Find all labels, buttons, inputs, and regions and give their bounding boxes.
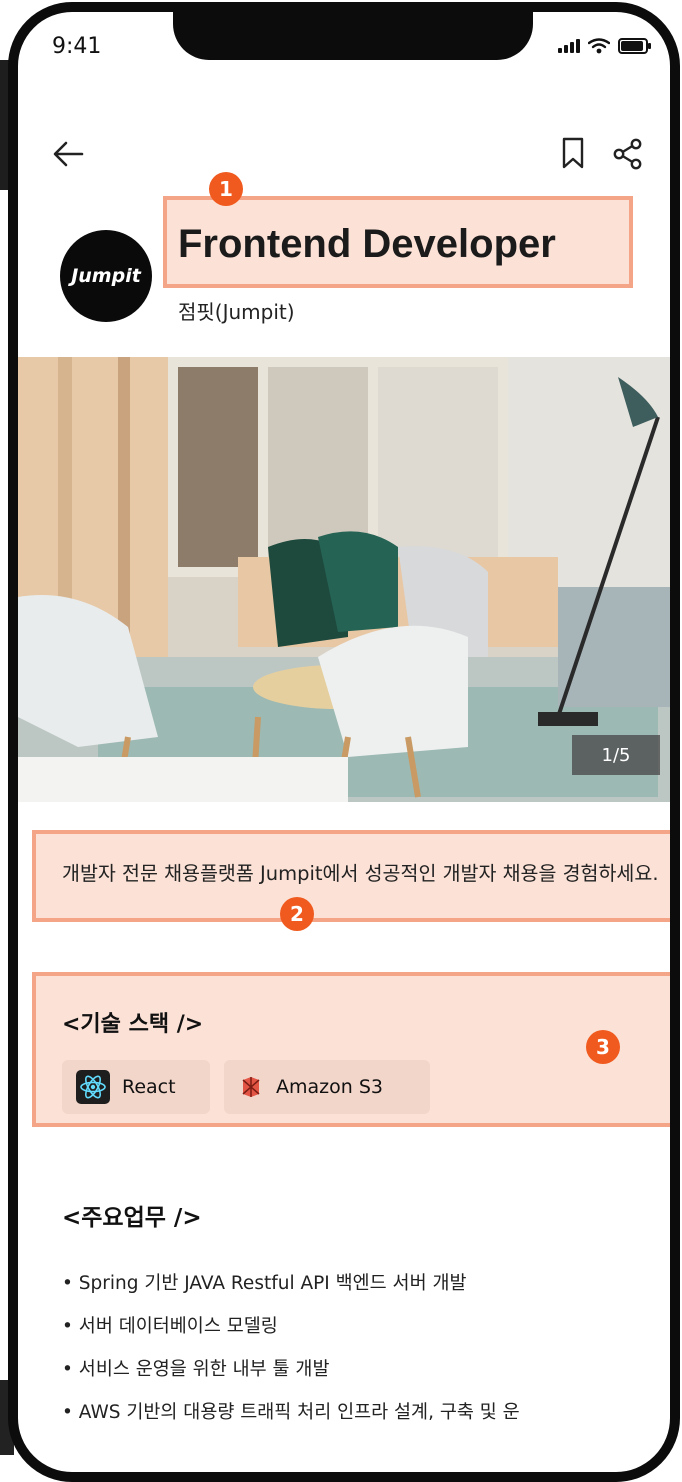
duties-heading: <주요업무 /> [62,1205,202,1231]
screen: 9:41 Jumpit Frontend Developer 점핏(Jumpit… [18,12,670,1472]
notch [173,12,533,60]
company-description: 개발자 전문 채용플랫폼 Jumpit에서 성공적인 개발자 채용을 경험하세요… [62,862,659,885]
list-item: Spring 기반 JAVA Restful API 백엔드 서버 개발 [62,1262,662,1305]
duties-list: Spring 기반 JAVA Restful API 백엔드 서버 개발 서버 … [62,1262,662,1434]
list-item: 서비스 운영을 위한 내부 툴 개발 [62,1348,662,1391]
amazon-s3-icon [242,1077,260,1097]
status-time: 9:41 [52,34,102,59]
annotation-badge-2: 2 [280,897,314,931]
status-icons [558,38,651,54]
bookmark-icon[interactable] [558,134,588,172]
tech-chip-amazon-s3[interactable]: Amazon S3 [224,1060,430,1114]
annotation-badge-1: 1 [209,172,243,206]
react-icon [76,1070,110,1104]
list-item: AWS 기반의 대용량 트래픽 처리 인프라 설계, 구축 및 운 [62,1391,662,1434]
wifi-icon [588,38,610,54]
signal-icon [558,39,580,53]
tech-chip-label: Amazon S3 [276,1076,383,1098]
annotation-badge-3: 3 [586,1030,620,1064]
company-logo: Jumpit [60,230,152,322]
job-title: Frontend Developer [178,222,556,266]
battery-icon [618,38,651,54]
back-arrow-icon[interactable] [48,134,88,174]
phone-frame: 9:41 Jumpit Frontend Developer 점핏(Jumpit… [8,2,680,1482]
share-icon[interactable] [610,136,646,172]
tech-chip-react[interactable]: React [62,1060,210,1114]
company-name[interactable]: 점핏(Jumpit) [178,296,295,325]
tech-chip-label: React [122,1076,176,1098]
office-photo[interactable]: 1/5 [18,357,670,802]
list-item: 서버 데이터베이스 모델링 [62,1305,662,1348]
gallery-counter: 1/5 [572,735,660,775]
tech-stack-heading: <기술 스택 /> [62,1012,204,1037]
